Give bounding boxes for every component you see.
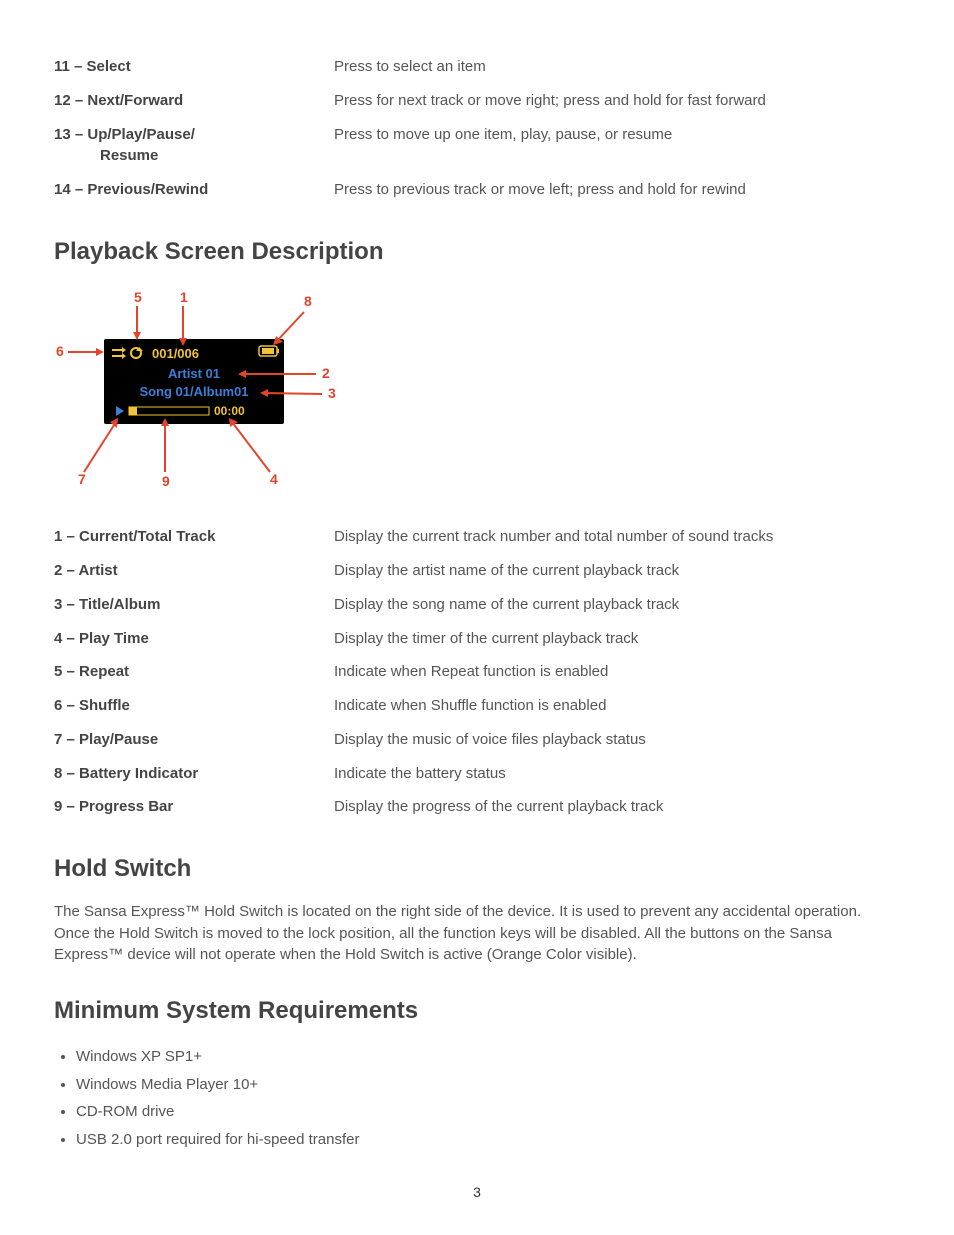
svg-text:3: 3 (328, 385, 336, 401)
hold-switch-heading: Hold Switch (54, 852, 900, 887)
play-time-text: 00:00 (214, 404, 245, 418)
playback-term: 2 – Artist (54, 554, 334, 588)
playback-heading: Playback Screen Description (54, 235, 900, 270)
playback-term: 3 – Title/Album (54, 588, 334, 622)
svg-text:4: 4 (270, 471, 278, 487)
requirement-item: Windows XP SP1+ (76, 1043, 900, 1071)
system-requirements-heading: Minimum System Requirements (54, 994, 900, 1029)
requirement-item: USB 2.0 port required for hi-speed trans… (76, 1126, 900, 1154)
playback-desc: Display the song name of the current pla… (334, 588, 900, 622)
svg-text:8: 8 (304, 293, 312, 309)
requirements-list: Windows XP SP1+ Windows Media Player 10+… (54, 1043, 900, 1154)
playback-screen-diagram: 001/006 Artist 01 Song 01/Album01 00:00 … (54, 284, 900, 501)
playback-desc: Display the progress of the current play… (334, 790, 900, 824)
svg-text:1: 1 (180, 289, 188, 305)
control-term: 11 – Select (54, 50, 334, 84)
playback-desc: Indicate the battery status (334, 757, 900, 791)
playback-desc: Display the music of voice files playbac… (334, 723, 900, 757)
track-counter-text: 001/006 (152, 346, 199, 361)
title-album-text: Song 01/Album01 (139, 384, 248, 399)
svg-text:9: 9 (162, 473, 170, 489)
control-term: 12 – Next/Forward (54, 84, 334, 118)
control-term: 14 – Previous/Rewind (54, 173, 334, 207)
artist-text: Artist 01 (168, 366, 220, 381)
playback-term: 5 – Repeat (54, 655, 334, 689)
requirement-item: Windows Media Player 10+ (76, 1071, 900, 1099)
playback-term: 6 – Shuffle (54, 689, 334, 723)
playback-term: 4 – Play Time (54, 622, 334, 656)
playback-desc: Indicate when Repeat function is enabled (334, 655, 900, 689)
control-desc: Press to previous track or move left; pr… (334, 173, 900, 207)
controls-definition-list: 11 – Select Press to select an item 12 –… (54, 50, 900, 207)
playback-term: 7 – Play/Pause (54, 723, 334, 757)
hold-switch-text: The Sansa Express™ Hold Switch is locate… (54, 901, 900, 966)
page-number: 3 (54, 1182, 900, 1202)
svg-text:7: 7 (78, 471, 86, 487)
control-desc: Press to move up one item, play, pause, … (334, 118, 900, 174)
playback-desc: Indicate when Shuffle function is enable… (334, 689, 900, 723)
svg-text:6: 6 (56, 343, 64, 359)
playback-desc: Display the artist name of the current p… (334, 554, 900, 588)
playback-term: 8 – Battery Indicator (54, 757, 334, 791)
playback-desc: Display the current track number and tot… (334, 520, 900, 554)
svg-text:2: 2 (322, 365, 330, 381)
playback-term: 9 – Progress Bar (54, 790, 334, 824)
svg-text:5: 5 (134, 289, 142, 305)
playback-term: 1 – Current/Total Track (54, 520, 334, 554)
control-desc: Press for next track or move right; pres… (334, 84, 900, 118)
playback-desc: Display the timer of the current playbac… (334, 622, 900, 656)
control-term: 13 – Up/Play/Pause/ Resume (54, 118, 334, 174)
playback-definition-list: 1 – Current/Total TrackDisplay the curre… (54, 520, 900, 824)
control-desc: Press to select an item (334, 50, 900, 84)
requirement-item: CD-ROM drive (76, 1098, 900, 1126)
progress-bar-fill (129, 407, 137, 415)
